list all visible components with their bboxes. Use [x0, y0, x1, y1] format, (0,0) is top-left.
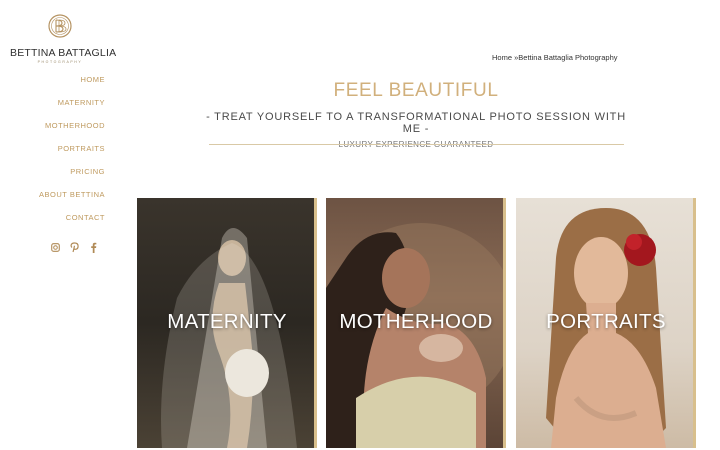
nav-item-pricing[interactable]: PRICING	[39, 166, 105, 189]
hero-title: FEEL BEAUTIFUL	[333, 80, 499, 101]
nav-item-motherhood[interactable]: MOTHERHOOD	[39, 120, 105, 143]
card-motherhood[interactable]: MOTHERHOOD	[326, 198, 506, 448]
nav-item-portraits[interactable]: PORTRAITS	[39, 143, 105, 166]
card-portraits[interactable]: PORTRAITS	[516, 198, 696, 448]
facebook-icon[interactable]	[88, 241, 98, 253]
nav-item-contact[interactable]: CONTACT	[39, 212, 105, 235]
card-label-maternity: MATERNITY	[167, 310, 287, 333]
brand-name: BETTINA BATTAGLIA	[10, 47, 117, 59]
logo[interactable]: BETTINA BATTAGLIA PHOTOGRAPHY	[10, 14, 117, 64]
breadcrumb-current: Bettina Battaglia Photography	[518, 53, 618, 62]
card-label-portraits: PORTRAITS	[546, 310, 666, 333]
hero: FEEL BEAUTIFUL - TREAT YOURSELF TO A TRA…	[200, 80, 632, 149]
nav-item-about[interactable]: ABOUT BETTINA	[39, 189, 105, 212]
social-links	[50, 241, 98, 253]
logo-emblem-icon	[48, 14, 72, 38]
card-label-motherhood: MOTHERHOOD	[339, 310, 493, 333]
pinterest-icon[interactable]	[69, 241, 79, 253]
main-nav: HOME MATERNITY MOTHERHOOD PORTRAITS PRIC…	[39, 74, 105, 235]
hero-divider	[209, 144, 624, 145]
hero-subtitle: - TREAT YOURSELF TO A TRANSFORMATIONAL P…	[206, 111, 626, 135]
sidebar: BETTINA BATTAGLIA PHOTOGRAPHY HOME MATER…	[0, 0, 120, 450]
brand-subtitle: PHOTOGRAPHY	[37, 60, 83, 64]
breadcrumb: Home »Bettina Battaglia Photography	[492, 53, 618, 62]
instagram-icon[interactable]	[50, 241, 60, 253]
card-maternity[interactable]: MATERNITY	[137, 198, 317, 448]
nav-item-maternity[interactable]: MATERNITY	[39, 97, 105, 120]
breadcrumb-home-link[interactable]: Home	[492, 53, 512, 62]
nav-item-home[interactable]: HOME	[39, 74, 105, 97]
